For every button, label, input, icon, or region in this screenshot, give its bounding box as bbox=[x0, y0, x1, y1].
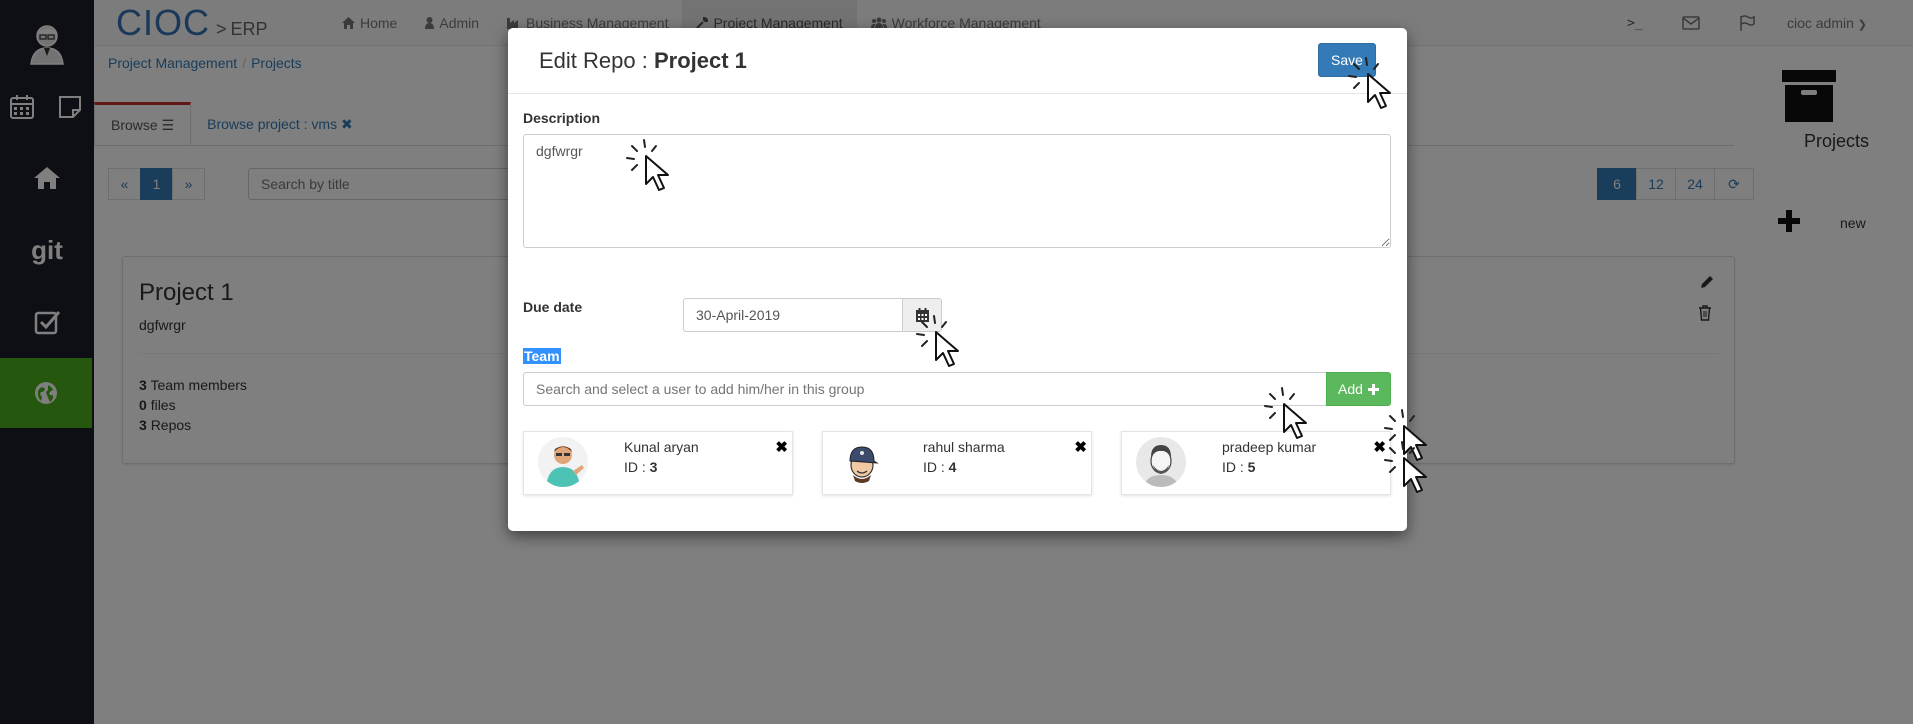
edit-repo-modal: Edit Repo : Project 1 Save Description d… bbox=[508, 28, 1407, 531]
team-search-group: Add bbox=[523, 372, 1391, 406]
remove-member-icon[interactable]: ✖ bbox=[775, 438, 788, 456]
modal-title: Edit Repo : Project 1 bbox=[539, 48, 747, 74]
member-card: pradeep kumar ID : 5 ✖ bbox=[1121, 431, 1391, 495]
add-label: Add bbox=[1338, 381, 1363, 397]
team-label: Team bbox=[523, 348, 561, 364]
due-date-group bbox=[683, 298, 942, 332]
click-cursor-icon bbox=[1264, 387, 1307, 439]
team-search-input[interactable] bbox=[523, 372, 1326, 406]
remove-member-icon[interactable]: ✖ bbox=[1074, 438, 1087, 456]
member-name: rahul sharma bbox=[923, 439, 1005, 455]
modal-header: Edit Repo : Project 1 Save bbox=[508, 28, 1407, 94]
modal-title-prefix: Edit Repo : bbox=[539, 48, 654, 73]
member-id: ID : 5 bbox=[1222, 459, 1255, 475]
member-card: rahul sharma ID : 4 ✖ bbox=[822, 431, 1092, 495]
due-date-input[interactable] bbox=[683, 298, 902, 332]
member-id-label: ID : bbox=[1222, 459, 1248, 475]
member-id-value: 5 bbox=[1247, 459, 1256, 475]
avatar bbox=[538, 437, 588, 487]
click-cursor-icon bbox=[626, 139, 669, 191]
member-id-value: 4 bbox=[948, 459, 957, 475]
due-date-label: Due date bbox=[523, 299, 583, 315]
add-member-button[interactable]: Add bbox=[1326, 372, 1391, 406]
member-card: Kunal aryan ID : 3 ✖ bbox=[523, 431, 793, 495]
team-label-text: Team bbox=[523, 348, 561, 364]
member-id-label: ID : bbox=[624, 459, 650, 475]
member-id: ID : 3 bbox=[624, 459, 657, 475]
member-name: Kunal aryan bbox=[624, 439, 699, 455]
modal-title-name: Project 1 bbox=[653, 48, 747, 73]
click-cursor-icon bbox=[916, 315, 959, 367]
click-cursor-icon bbox=[1348, 57, 1391, 109]
plus-icon bbox=[1367, 383, 1379, 395]
avatar bbox=[837, 437, 887, 487]
click-cursor-icon bbox=[1384, 441, 1427, 493]
member-id: ID : 4 bbox=[923, 459, 956, 475]
member-id-value: 3 bbox=[649, 459, 658, 475]
member-id-label: ID : bbox=[923, 459, 949, 475]
description-label: Description bbox=[523, 110, 601, 126]
avatar bbox=[1136, 437, 1186, 487]
